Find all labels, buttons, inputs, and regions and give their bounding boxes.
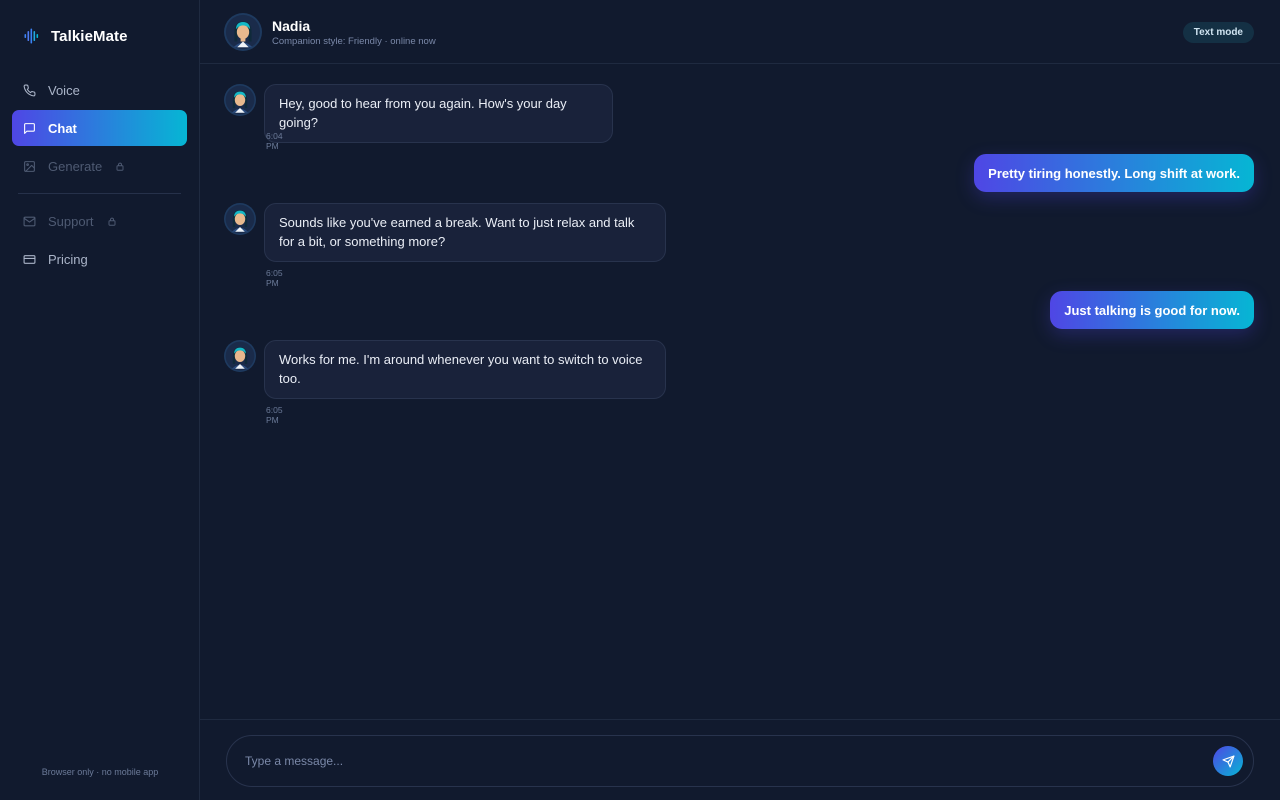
message-avatar — [224, 84, 256, 116]
app-name: TalkieMate — [51, 27, 128, 45]
message-bubble-bot: Works for me. I'm around whenever you wa… — [264, 340, 666, 399]
avatar-image — [224, 13, 262, 51]
avatar-image — [224, 203, 256, 235]
phone-icon — [23, 84, 36, 96]
sidebar-footer-note: Browser only · no mobile app — [41, 767, 159, 777]
chat-header: Nadia Companion style: Friendly · online… — [200, 0, 1280, 64]
companion-status: Companion style: Friendly · online now — [272, 36, 436, 47]
sidebar-nav: Voice Chat Generate Support Pricing — [12, 72, 187, 279]
lock-icon — [108, 217, 116, 226]
nav-item-chat[interactable]: Chat — [12, 110, 187, 146]
message-composer — [226, 735, 1254, 787]
message-bubble-user: Just talking is good for now. — [1050, 291, 1254, 329]
nav-label-voice: Voice — [48, 82, 80, 98]
send-button[interactable] — [1213, 746, 1243, 776]
sidebar: TalkieMate Voice Chat Generate Support P… — [0, 0, 200, 800]
message-input[interactable] — [245, 736, 1185, 786]
mail-icon — [23, 216, 36, 226]
chat-bubble-icon — [24, 122, 35, 134]
image-icon — [24, 160, 35, 172]
nav-item-pricing[interactable]: Pricing — [12, 241, 187, 277]
message-bubble-bot: Hey, good to hear from you again. How's … — [264, 84, 613, 143]
audio-bars-icon — [24, 28, 39, 44]
message-time: 6:04 PM — [266, 131, 283, 151]
nav-label-support: Support — [48, 213, 94, 229]
message-bubble-user: Pretty tiring honestly. Long shift at wo… — [974, 154, 1254, 192]
companion-avatar[interactable] — [224, 13, 262, 51]
message-time: 6:05 PM — [266, 405, 283, 425]
text-mode-badge[interactable]: Text mode — [1182, 22, 1254, 43]
nav-divider — [18, 193, 181, 194]
nav-item-support[interactable]: Support — [12, 203, 187, 239]
message-list: Hey, good to hear from you again. How's … — [200, 64, 1280, 719]
composer-area — [200, 719, 1280, 800]
send-icon — [1221, 754, 1235, 768]
companion-name: Nadia — [272, 18, 311, 34]
brand[interactable]: TalkieMate — [24, 26, 128, 46]
nav-label-chat: Chat — [48, 120, 77, 136]
nav-item-voice[interactable]: Voice — [12, 72, 187, 108]
nav-label-pricing: Pricing — [48, 251, 88, 267]
nav-item-generate[interactable]: Generate — [12, 148, 187, 184]
message-bubble-bot: Sounds like you've earned a break. Want … — [264, 203, 666, 262]
credit-card-icon — [23, 254, 36, 264]
lock-icon — [116, 162, 124, 171]
avatar-image — [224, 340, 256, 372]
avatar-image — [224, 84, 256, 116]
message-avatar — [224, 340, 256, 372]
message-avatar — [224, 203, 256, 235]
nav-label-generate: Generate — [48, 158, 103, 174]
message-time: 6:05 PM — [266, 268, 283, 288]
